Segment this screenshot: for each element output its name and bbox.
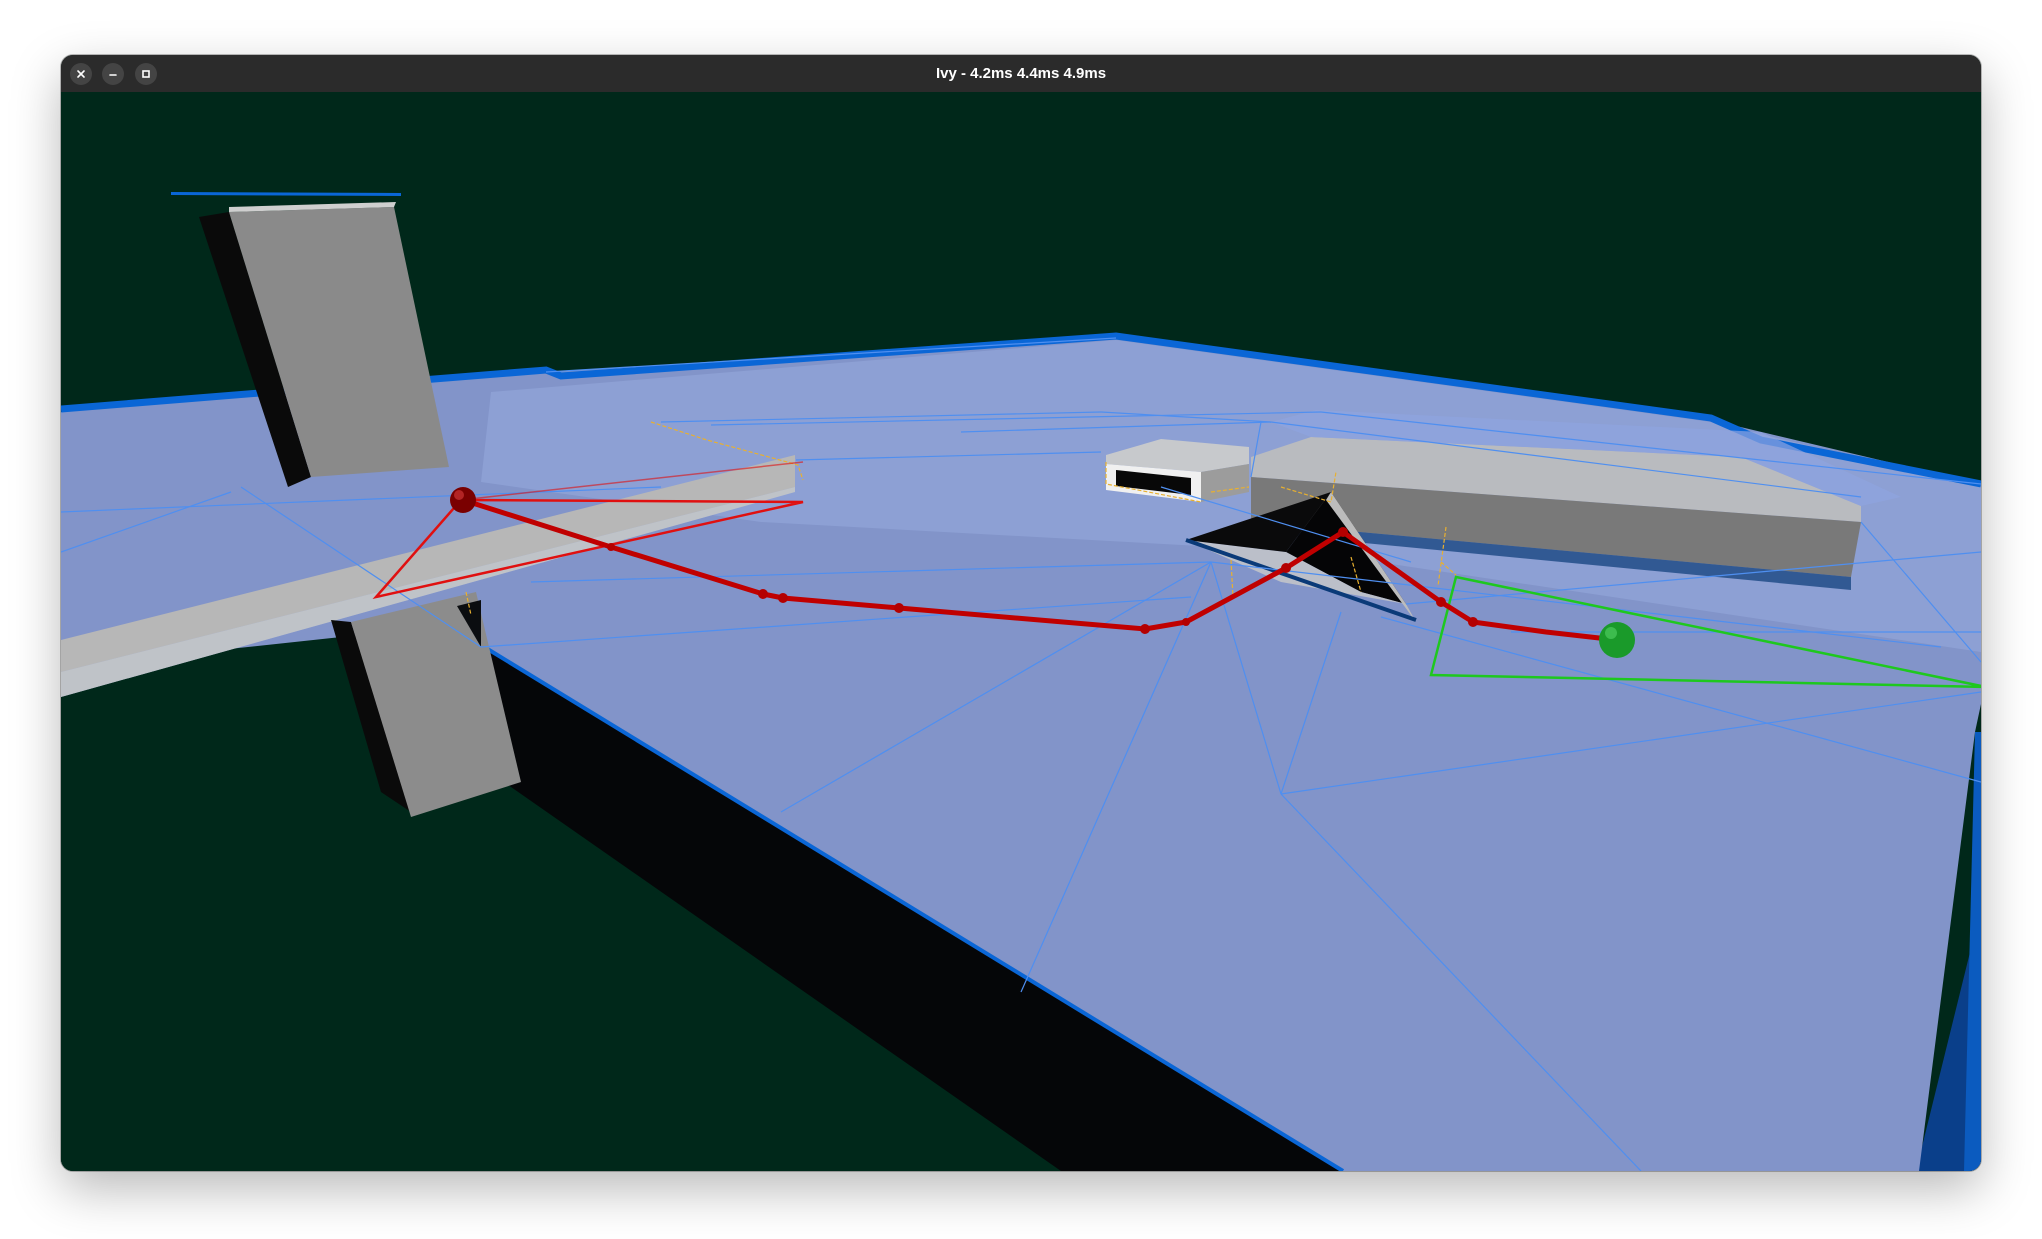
start-marker [450, 487, 476, 513]
goal-marker [1599, 622, 1635, 658]
title-bar[interactable]: Ivy - 4.2ms 4.4ms 4.9ms [61, 55, 1981, 92]
render-viewport[interactable] [61, 92, 1981, 1171]
app-window: Ivy - 4.2ms 4.4ms 4.9ms [61, 55, 1981, 1171]
window-title: Ivy - 4.2ms 4.4ms 4.9ms [935, 65, 1107, 82]
scene-canvas [61, 92, 1981, 1171]
